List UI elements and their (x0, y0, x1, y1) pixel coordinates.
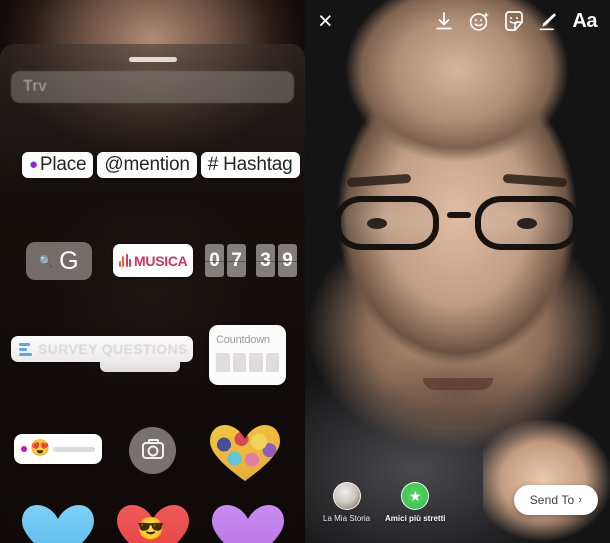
camera-sticker[interactable] (129, 427, 176, 474)
place-sticker-label: Place (39, 154, 87, 175)
hashtag-sticker-label: # Hashtag (207, 154, 293, 175)
clock-gap (249, 244, 253, 277)
clock-digit: 7 (227, 244, 246, 277)
share-target-close-friends[interactable]: ★ Amici più stretti (385, 482, 445, 523)
effects-icon[interactable] (469, 11, 490, 32)
countdown-sticker-label: Countdown (216, 334, 270, 346)
sticker-row-two: 🔍 G MUSICA 0 7 3 9 (0, 242, 305, 284)
send-to-button[interactable]: Send To › (513, 485, 598, 515)
face-detail (517, 218, 537, 229)
place-sticker[interactable]: ● Place (22, 152, 94, 178)
music-sticker[interactable]: MUSICA (113, 244, 193, 277)
clock-digit: 0 (205, 244, 224, 277)
search-icon: 🔍 (39, 255, 54, 268)
slider-track[interactable] (52, 446, 95, 452)
send-to-label: Send To (529, 493, 575, 507)
sheet-drag-handle[interactable] (128, 57, 177, 62)
gif-sticker[interactable]: 🔍 G (26, 242, 92, 280)
hashtag-sticker[interactable]: # Hashtag (200, 152, 300, 178)
share-target-label: La Mia Storia (323, 514, 371, 523)
heart-eyes-emoji-icon: 😍 (30, 440, 50, 457)
editor-toolbar: × Aa (305, 0, 610, 42)
music-wave-icon (118, 254, 132, 267)
face-detail (423, 378, 493, 390)
purple-heart-sticker[interactable] (212, 505, 284, 543)
face-detail (367, 218, 387, 229)
sticker-chip-row: ● Place @mention # Hashtag (22, 152, 300, 178)
countdown-blocks (216, 353, 279, 372)
share-target-label: Amici più stretti (385, 514, 446, 523)
sticker-search-value: Trv (23, 78, 48, 95)
clock-digit: 9 (278, 244, 297, 277)
sticker-tray-panel: Trv ● Place @mention # Hashtag 🔍 G MUSIC… (0, 0, 305, 543)
clock-digit: 3 (256, 244, 275, 277)
poll-bars-icon (19, 342, 32, 356)
mention-sticker[interactable]: @mention (97, 152, 197, 178)
emoji-slider-sticker[interactable]: 😍 (14, 434, 102, 464)
avatar (332, 482, 361, 510)
draw-icon[interactable] (538, 11, 558, 31)
questions-sticker-tail (100, 358, 180, 372)
star-icon: ★ (401, 482, 430, 510)
questions-sticker-label: SURVEY QUESTIONS (38, 341, 188, 357)
mention-sticker-label: @mention (104, 154, 190, 175)
share-target-your-story[interactable]: La Mia Storia (323, 482, 370, 523)
sticker-icon[interactable] (504, 11, 524, 31)
heart-sticker-row: 😎 (0, 505, 305, 543)
story-editor-panel: × Aa La Mia Storia ★ Amici più stretti S… (305, 0, 610, 543)
music-sticker-label: MUSICA (134, 252, 188, 269)
slider-nub (21, 446, 27, 452)
sunglasses-face-icon: 😎 (137, 516, 165, 541)
screenshot-root: Trv ● Place @mention # Hashtag 🔍 G MUSIC… (0, 0, 610, 543)
close-icon[interactable]: × (318, 8, 333, 34)
countdown-sticker[interactable]: Countdown (209, 325, 286, 385)
location-pin-icon: ● (29, 156, 38, 173)
download-icon[interactable] (435, 11, 453, 31)
clock-sticker[interactable]: 0 7 3 9 (205, 244, 297, 277)
chevron-right-icon: › (578, 494, 582, 506)
share-bar: La Mia Storia ★ Amici più stretti Send T… (305, 477, 610, 535)
text-icon[interactable]: Aa (572, 10, 597, 33)
gif-sticker-label: G (59, 246, 79, 275)
blue-heart-sticker[interactable] (22, 505, 94, 543)
sticker-search-input[interactable]: Trv (11, 71, 294, 103)
camera-icon (141, 439, 164, 459)
